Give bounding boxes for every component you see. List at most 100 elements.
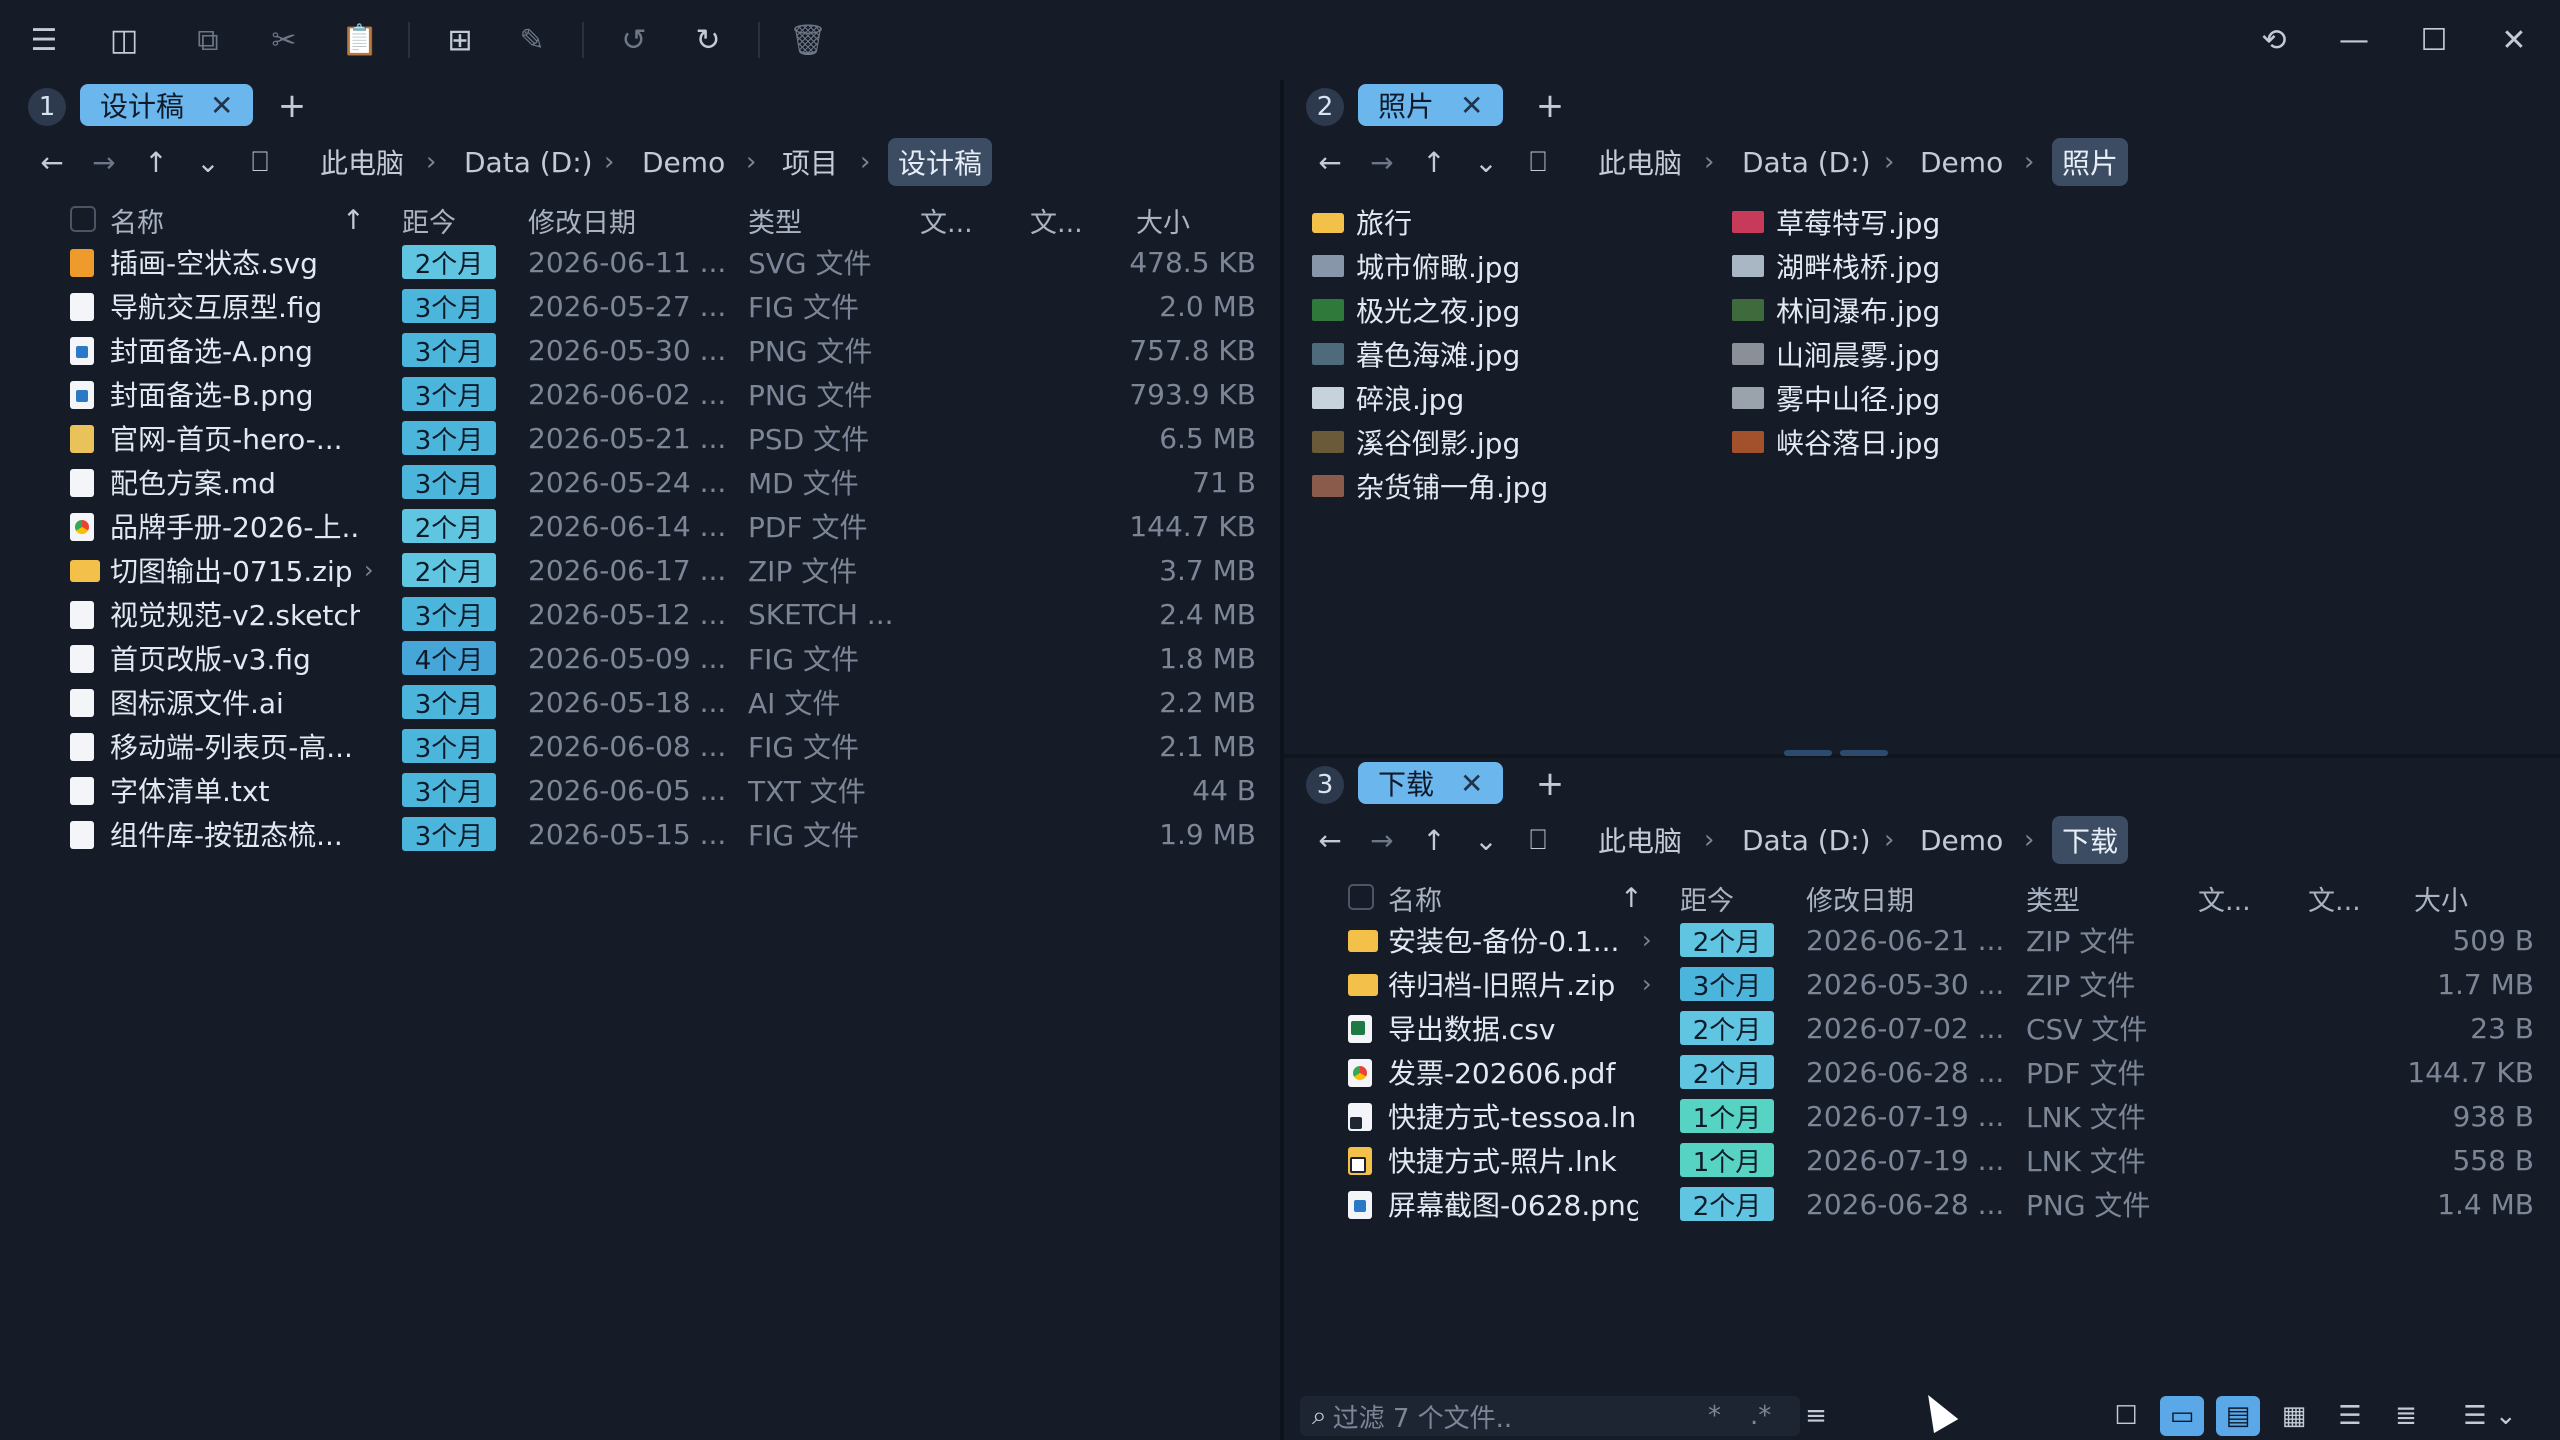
select-all-checkbox[interactable] — [1348, 884, 1374, 910]
new-folder-icon[interactable]: ⊞ — [436, 18, 484, 62]
breadcrumb-item[interactable]: Data (D:) — [1742, 816, 1871, 864]
table-row[interactable]: 屏幕截图-0628.png 2个月 2026-06-28 ... PNG 文件 1.4 … — [1284, 1182, 2560, 1226]
table-row[interactable]: 封面备选-A.png 3个月 2026-05-30 ... PNG 文件 757.8 K… — [0, 328, 1280, 372]
sort-icon[interactable]: ≣ — [2384, 1396, 2428, 1436]
view-details-icon[interactable]: ▤ — [2216, 1396, 2260, 1436]
breadcrumb-item[interactable]: Demo — [1920, 138, 2003, 186]
close-tab-icon[interactable]: ✕ — [210, 89, 233, 122]
col-name[interactable]: 名称 — [110, 200, 164, 240]
up-icon[interactable]: ↑ — [136, 140, 176, 184]
table-row[interactable]: 快捷方式-照片.lnk 1个月 2026-07-19 ... LNK 文件 558 B — [1284, 1138, 2560, 1182]
table-row[interactable]: 发票-202606.pdf 2个月 2026-06-28 ... PDF 文件 144.… — [1284, 1050, 2560, 1094]
more-view-options-icon[interactable]: ☰ ⌄ — [2450, 1396, 2530, 1436]
close-tab-icon[interactable]: ✕ — [1460, 767, 1483, 800]
bookmark-icon[interactable]: ⎕ — [1518, 818, 1558, 862]
cut-icon[interactable]: ✂ — [260, 18, 308, 62]
rename-icon[interactable]: ✎ — [508, 18, 556, 62]
folder-item[interactable]: 旅行 — [1312, 200, 1732, 244]
select-all-checkbox[interactable] — [70, 206, 96, 232]
table-row[interactable]: 待归档-旧照片.zip › 3个月 2026-05-30 ... ZIP 文件 1.7 M… — [1284, 962, 2560, 1006]
minimize-icon[interactable]: — — [2330, 18, 2378, 62]
filter-options-icon[interactable]: ≡ — [1794, 1396, 1838, 1436]
chevron-right-icon[interactable]: › — [364, 548, 374, 592]
image-item[interactable]: 林间瀑布.jpg — [1732, 288, 2152, 332]
table-row[interactable]: 导出数据.csv 2个月 2026-07-02 ... CSV 文件 23 B — [1284, 1006, 2560, 1050]
table-row[interactable]: 封面备选-B.png 3个月 2026-06-02 ... PNG 文件 793.9 K… — [0, 372, 1280, 416]
chevron-right-icon[interactable]: › — [1642, 962, 1652, 1006]
up-icon[interactable]: ↑ — [1414, 140, 1454, 184]
image-item[interactable]: 极光之夜.jpg — [1312, 288, 1732, 332]
table-row[interactable]: 图标源文件.ai 3个月 2026-05-18 ... AI 文件 2.2 MB — [0, 680, 1280, 724]
wildcard-toggle[interactable]: * — [1708, 1401, 1721, 1431]
image-item[interactable]: 湖畔栈桥.jpg — [1732, 244, 2152, 288]
view-none-icon[interactable]: ☐ — [2104, 1396, 2148, 1436]
table-row[interactable]: 插画-空状态.svg 2个月 2026-06-11 ... SVG 文件 478.5 K… — [0, 240, 1280, 284]
history-dropdown-icon[interactable]: ⌄ — [1466, 140, 1506, 184]
add-tab-icon[interactable]: + — [272, 86, 312, 126]
splitter-grip[interactable] — [1784, 750, 1832, 756]
add-tab-icon[interactable]: + — [1530, 764, 1570, 804]
back-icon[interactable]: ← — [32, 140, 72, 184]
col-size[interactable]: 大小 — [1136, 200, 1190, 240]
bookmark-icon[interactable]: ⎕ — [240, 140, 280, 184]
table-row[interactable]: 移动端-列表页-高... 3个月 2026-06-08 ... FIG 文件 2.1 M… — [0, 724, 1280, 768]
breadcrumb-current[interactable]: 下载 — [2052, 816, 2129, 864]
forward-icon[interactable]: → — [84, 140, 124, 184]
up-icon[interactable]: ↑ — [1414, 818, 1454, 862]
copy-icon[interactable]: ⧉ — [184, 18, 232, 62]
breadcrumb-item[interactable]: Data (D:) — [464, 138, 593, 186]
table-row[interactable]: 切图输出-0715.zip › 2个月 2026-06-17 ... ZIP 文件 3.7… — [0, 548, 1280, 592]
table-row[interactable]: 视觉规范-v2.sketch 3个月 2026-05-12 ... SKETCH ..… — [0, 592, 1280, 636]
delete-icon[interactable]: 🗑 — [784, 18, 832, 62]
col-extra-2[interactable]: 文... — [2308, 878, 2361, 918]
tab-设计稿[interactable]: 设计稿 ✕ — [80, 84, 254, 126]
table-row[interactable]: 配色方案.md 3个月 2026-05-24 ... MD 文件 71 B — [0, 460, 1280, 504]
table-row[interactable]: 快捷方式-tessoa.lnk 1个月 2026-07-19 ... LNK 文件 93… — [1284, 1094, 2560, 1138]
table-row[interactable]: 组件库-按钮态梳... 3个月 2026-05-15 ... FIG 文件 1.9 MB — [0, 812, 1280, 856]
image-item[interactable]: 草莓特写.jpg — [1732, 200, 2152, 244]
breadcrumb-item[interactable]: 项目 — [782, 138, 838, 186]
tab-下载[interactable]: 下载 ✕ — [1358, 762, 1504, 804]
breadcrumb-current[interactable]: 照片 — [2052, 138, 2129, 186]
image-item[interactable]: 峡谷落日.jpg — [1732, 420, 2152, 464]
col-name[interactable]: 名称 — [1388, 878, 1442, 918]
splitter-grip[interactable] — [1840, 750, 1888, 756]
image-item[interactable]: 雾中山径.jpg — [1732, 376, 2152, 420]
col-modified[interactable]: 修改日期 — [528, 200, 636, 240]
sort-arrow-icon[interactable]: ↑ — [342, 200, 365, 240]
image-item[interactable]: 杂货铺一角.jpg — [1312, 464, 1732, 508]
table-row[interactable]: 首页改版-v3.fig 4个月 2026-05-09 ... FIG 文件 1.8 MB — [0, 636, 1280, 680]
col-extra-1[interactable]: 文... — [920, 200, 973, 240]
view-tiles-icon[interactable]: ▦ — [2272, 1396, 2316, 1436]
history-dropdown-icon[interactable]: ⌄ — [188, 140, 228, 184]
history-dropdown-icon[interactable]: ⌄ — [1466, 818, 1506, 862]
view-folder-icon[interactable]: ▭ — [2160, 1396, 2204, 1436]
breadcrumb-item[interactable]: Data (D:) — [1742, 138, 1871, 186]
breadcrumb-item[interactable]: Demo — [642, 138, 725, 186]
col-extra-1[interactable]: 文... — [2198, 878, 2251, 918]
menu-icon[interactable]: ☰ — [20, 18, 68, 62]
col-extra-2[interactable]: 文... — [1030, 200, 1083, 240]
view-list-icon[interactable]: ☰ — [2328, 1396, 2372, 1436]
table-row[interactable]: 品牌手册-2026-上... 2个月 2026-06-14 ... PDF 文件 144… — [0, 504, 1280, 548]
col-size[interactable]: 大小 — [2414, 878, 2468, 918]
breadcrumb-item[interactable]: 此电脑 — [320, 138, 404, 186]
image-item[interactable]: 暮色海滩.jpg — [1312, 332, 1732, 376]
col-type[interactable]: 类型 — [2026, 878, 2080, 918]
image-item[interactable]: 碎浪.jpg — [1312, 376, 1732, 420]
col-age[interactable]: 距今 — [1680, 878, 1734, 918]
back-icon[interactable]: ← — [1310, 140, 1350, 184]
back-icon[interactable]: ← — [1310, 818, 1350, 862]
col-age[interactable]: 距今 — [402, 200, 456, 240]
col-type[interactable]: 类型 — [748, 200, 802, 240]
table-row[interactable]: 官网-首页-hero-... 3个月 2026-05-21 ... PSD 文件 6.5… — [0, 416, 1280, 460]
sort-arrow-icon[interactable]: ↑ — [1620, 878, 1643, 918]
close-icon[interactable]: ✕ — [2490, 18, 2538, 62]
forward-icon[interactable]: → — [1362, 140, 1402, 184]
col-modified[interactable]: 修改日期 — [1806, 878, 1914, 918]
history-icon[interactable]: ⟲ — [2250, 18, 2298, 62]
chevron-right-icon[interactable]: › — [1642, 918, 1652, 962]
image-item[interactable]: 溪谷倒影.jpg — [1312, 420, 1732, 464]
table-row[interactable]: 字体清单.txt 3个月 2026-06-05 ... TXT 文件 44 B — [0, 768, 1280, 812]
close-tab-icon[interactable]: ✕ — [1460, 89, 1483, 122]
